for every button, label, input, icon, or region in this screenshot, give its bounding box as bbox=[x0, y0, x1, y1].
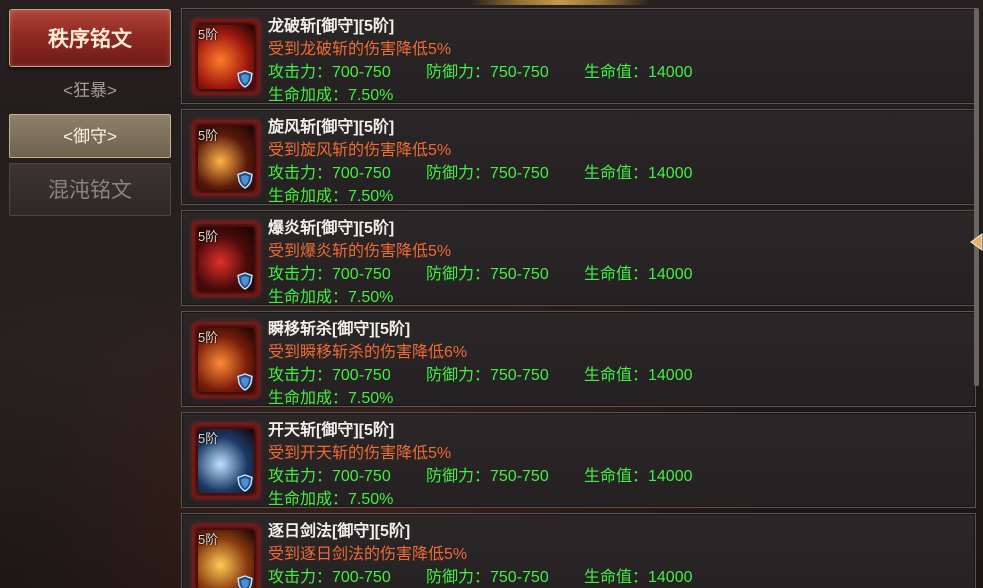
inscription-effect: 受到开天斩的伤害降低5% bbox=[268, 445, 452, 462]
hp-stat: 生命值：14000 bbox=[584, 266, 693, 283]
defense-stat: 防御力：750-750 bbox=[426, 64, 549, 81]
shield-icon bbox=[237, 373, 253, 391]
inscription-item[interactable]: 5阶 瞬移斩杀[御守][5阶] 受到瞬移斩杀的伤害降低6% 攻击力：700-750 防御… bbox=[181, 311, 976, 407]
hp-stat: 生命值：14000 bbox=[584, 367, 693, 384]
hp-stat: 生命值：14000 bbox=[584, 569, 693, 586]
skill-icon-frame[interactable]: 5阶 bbox=[193, 424, 259, 498]
tier-label: 5阶 bbox=[198, 229, 219, 244]
tier-label: 5阶 bbox=[198, 330, 219, 345]
tab-order-inscription[interactable]: 秩序铭文 bbox=[9, 9, 171, 67]
defense-stat: 防御力：750-750 bbox=[426, 367, 549, 384]
hp-stat: 生命值：14000 bbox=[584, 468, 693, 485]
sidebar: 秩序铭文 <狂暴> <御守> 混沌铭文 bbox=[0, 0, 178, 588]
inscription-name: 逐日剑法[御守][5阶] bbox=[268, 523, 411, 540]
scrollbar[interactable] bbox=[974, 8, 979, 386]
inscription-item[interactable]: 5阶 旋风斩[御守][5阶] 受到旋风斩的伤害降低5% 攻击力：700-750 防御力：… bbox=[181, 109, 976, 205]
attack-stat: 攻击力：700-750 bbox=[268, 64, 391, 81]
tab-rage[interactable]: <狂暴> bbox=[9, 78, 171, 104]
inscription-effect: 受到龙破斩的伤害降低5% bbox=[268, 41, 452, 58]
inscription-name: 龙破斩[御守][5阶] bbox=[268, 18, 395, 35]
tier-label: 5阶 bbox=[198, 532, 219, 547]
shield-icon bbox=[237, 171, 253, 189]
defense-stat: 防御力：750-750 bbox=[426, 165, 549, 182]
defense-stat: 防御力：750-750 bbox=[426, 468, 549, 485]
inscription-item[interactable]: 5阶 开天斩[御守][5阶] 受到开天斩的伤害降低5% 攻击力：700-750 防御力：… bbox=[181, 412, 976, 508]
tier-label: 5阶 bbox=[198, 128, 219, 143]
attack-stat: 攻击力：700-750 bbox=[268, 165, 391, 182]
tier-label: 5阶 bbox=[198, 27, 219, 42]
inscription-item[interactable]: 5阶 龙破斩[御守][5阶] 受到龙破斩的伤害降低5% 攻击力：700-750 防御力：… bbox=[181, 8, 976, 104]
shield-icon bbox=[237, 70, 253, 88]
skill-icon-frame[interactable]: 5阶 bbox=[193, 525, 259, 588]
inscription-effect: 受到爆炎斩的伤害降低5% bbox=[268, 243, 452, 260]
hp-bonus: 生命加成：7.50% bbox=[268, 289, 394, 306]
inscription-effect: 受到逐日剑法的伤害降低5% bbox=[268, 546, 468, 563]
shield-icon bbox=[237, 272, 253, 290]
defense-stat: 防御力：750-750 bbox=[426, 266, 549, 283]
inscription-item[interactable]: 5阶 逐日剑法[御守][5阶] 受到逐日剑法的伤害降低5% 攻击力：700-750 防御… bbox=[181, 513, 976, 588]
shield-icon bbox=[237, 575, 253, 588]
hp-stat: 生命值：14000 bbox=[584, 165, 693, 182]
attack-stat: 攻击力：700-750 bbox=[268, 367, 391, 384]
inscription-item[interactable]: 5阶 爆炎斩[御守][5阶] 受到爆炎斩的伤害降低5% 攻击力：700-750 防御力：… bbox=[181, 210, 976, 306]
expand-arrow-icon[interactable] bbox=[968, 232, 983, 252]
inscription-stats: 攻击力：700-750 防御力：750-750 生命值：14000 bbox=[268, 58, 693, 82]
attack-stat: 攻击力：700-750 bbox=[268, 266, 391, 283]
inscription-stats: 攻击力：700-750 防御力：750-750 生命值：14000 bbox=[268, 260, 693, 284]
skill-icon-frame[interactable]: 5阶 bbox=[193, 20, 259, 94]
hp-bonus: 生命加成：7.50% bbox=[268, 87, 394, 104]
inscription-stats: 攻击力：700-750 防御力：750-750 生命值：14000 bbox=[268, 159, 693, 183]
tab-chaos-inscription[interactable]: 混沌铭文 bbox=[9, 163, 171, 216]
tier-label: 5阶 bbox=[198, 431, 219, 446]
defense-stat: 防御力：750-750 bbox=[426, 569, 549, 586]
inscription-name: 爆炎斩[御守][5阶] bbox=[268, 220, 395, 237]
attack-stat: 攻击力：700-750 bbox=[268, 468, 391, 485]
hp-stat: 生命值：14000 bbox=[584, 64, 693, 81]
inscription-name: 旋风斩[御守][5阶] bbox=[268, 119, 395, 136]
tab-guard[interactable]: <御守> bbox=[9, 114, 171, 158]
inscription-effect: 受到瞬移斩杀的伤害降低6% bbox=[268, 344, 468, 361]
inscription-name: 开天斩[御守][5阶] bbox=[268, 422, 395, 439]
inscription-name: 瞬移斩杀[御守][5阶] bbox=[268, 321, 411, 338]
skill-icon-frame[interactable]: 5阶 bbox=[193, 121, 259, 195]
inscription-list: 5阶 龙破斩[御守][5阶] 受到龙破斩的伤害降低5% 攻击力：700-750 防御力：… bbox=[181, 8, 976, 588]
hp-bonus: 生命加成：7.50% bbox=[268, 390, 394, 407]
skill-icon-frame[interactable]: 5阶 bbox=[193, 323, 259, 397]
shield-icon bbox=[237, 474, 253, 492]
top-ornament bbox=[470, 0, 650, 5]
attack-stat: 攻击力：700-750 bbox=[268, 569, 391, 586]
hp-bonus: 生命加成：7.50% bbox=[268, 188, 394, 205]
hp-bonus: 生命加成：7.50% bbox=[268, 491, 394, 508]
inscription-stats: 攻击力：700-750 防御力：750-750 生命值：14000 bbox=[268, 361, 693, 385]
inscription-stats: 攻击力：700-750 防御力：750-750 生命值：14000 bbox=[268, 462, 693, 486]
inscription-stats: 攻击力：700-750 防御力：750-750 生命值：14000 bbox=[268, 563, 693, 587]
skill-icon-frame[interactable]: 5阶 bbox=[193, 222, 259, 296]
inscription-effect: 受到旋风斩的伤害降低5% bbox=[268, 142, 452, 159]
